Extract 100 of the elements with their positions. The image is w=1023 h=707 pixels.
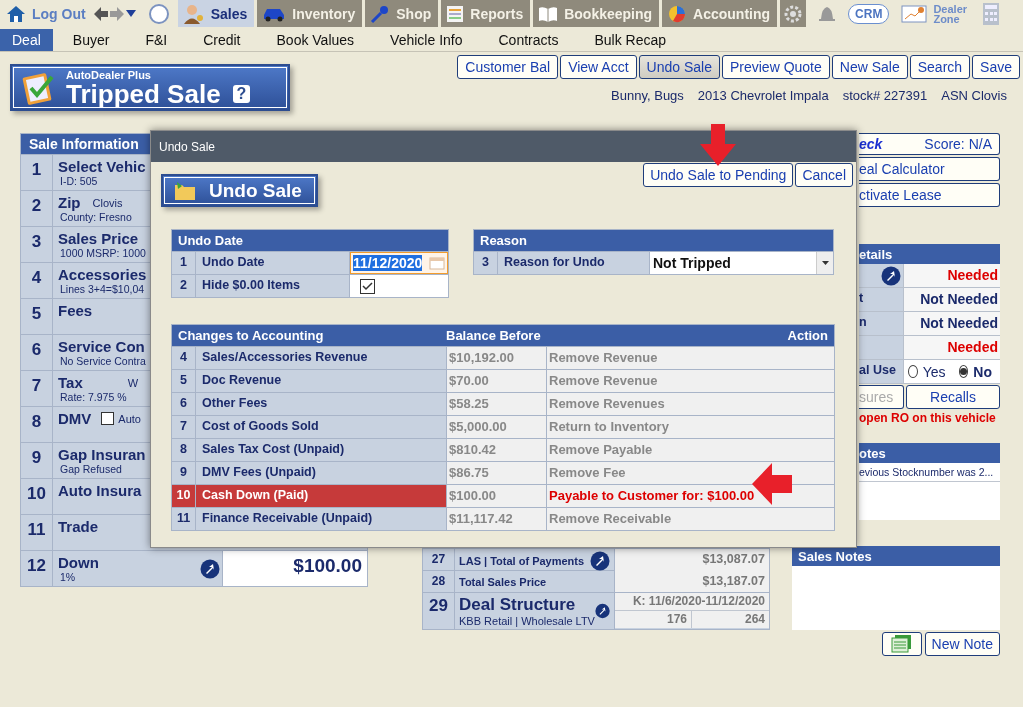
row-label: Zip [58, 194, 81, 211]
row-note: Clovis [92, 196, 123, 209]
tab[interactable]: Contracts [482, 29, 575, 51]
dialog-button[interactable]: Cancel [795, 163, 853, 187]
row-number: 29 [423, 593, 455, 629]
row-number: 7 [21, 371, 53, 406]
tab[interactable]: Book Values [260, 29, 371, 51]
row-label: Down [58, 554, 99, 571]
row-detail: No Service Contra [60, 355, 146, 367]
tool-button[interactable]: eal Calculator [859, 157, 1000, 181]
arrow-circle-icon[interactable] [594, 601, 610, 621]
tab[interactable]: Deal [0, 29, 53, 51]
row-note: W [127, 376, 139, 389]
table-cell: Return to Inventory [547, 416, 834, 438]
arrow-circle-icon[interactable] [200, 558, 220, 579]
dialog-button[interactable]: Undo Sale to Pending [643, 163, 794, 187]
row-detail: 1% [60, 571, 76, 583]
arrow-circle-icon[interactable] [881, 266, 901, 286]
table-cell: K: 11/6/2020-11/12/2020 [615, 593, 769, 610]
chart-icon[interactable] [901, 3, 928, 24]
row-label: LAS | Total of Payments [459, 555, 585, 567]
radio-button[interactable] [958, 365, 969, 378]
row-note: Auto [118, 412, 141, 425]
tab[interactable]: F&I [129, 29, 184, 51]
brand-label: AutoDealer Plus [66, 68, 152, 81]
table-cell: $11,117.42 [447, 508, 547, 530]
action-button[interactable]: Customer Bal [457, 55, 559, 79]
column-header: Balance Before [446, 328, 541, 343]
checkbox[interactable] [101, 412, 115, 425]
spreadsheet-icon [890, 635, 913, 653]
table-cell: $86.75 [447, 462, 547, 484]
table-cell: Remove Payable [547, 439, 834, 461]
row-number: 10 [172, 485, 196, 507]
tab[interactable]: Credit [187, 29, 257, 51]
row-detail: Gap Refused [60, 463, 122, 475]
row-detail: County: Fresno [60, 211, 132, 223]
row-number: 8 [21, 407, 53, 442]
action-button[interactable]: Undo Sale [638, 55, 720, 79]
help-button[interactable]: ? [232, 84, 251, 103]
table-cell: Remove Fee [547, 462, 834, 484]
radio-button[interactable] [908, 365, 918, 378]
row-label: DMV [58, 410, 92, 427]
row-label: Select Vehic [58, 158, 146, 175]
section-header: etails [859, 244, 1000, 264]
table-cell: $5,000.00 [447, 416, 547, 438]
checkbox[interactable] [360, 278, 375, 294]
radio-label: No [973, 363, 992, 380]
row-number: 3 [474, 252, 498, 274]
spreadsheet-button[interactable] [881, 632, 922, 656]
note-item[interactable]: evious Stocknumber was 2... [859, 463, 1000, 482]
arrow-circle-icon[interactable] [590, 551, 610, 571]
row-label: Undo Date [196, 252, 350, 274]
module-tab[interactable]: Sales [177, 0, 255, 27]
row-label: t [859, 288, 904, 311]
date-field[interactable]: 11/12/2020 [350, 252, 448, 274]
row-number: 11 [172, 508, 196, 530]
table-cell: Remove Revenues [547, 393, 834, 415]
tab[interactable]: Vehicle Info [374, 29, 479, 51]
table-cell: $100.00 [447, 485, 547, 507]
date-value: 11/12/2020 [353, 255, 423, 271]
row-detail: KBB Retail | Wholesale LTV [459, 615, 595, 627]
deal-summary-text: Bunny, Bugs [611, 88, 684, 103]
row-number: 27 [423, 549, 455, 573]
table-cell: Remove Revenue [547, 370, 834, 392]
status-text: Needed [904, 264, 1000, 287]
tab[interactable]: Bulk Recap [578, 29, 682, 51]
action-button[interactable]: Preview Quote [721, 55, 830, 79]
dialog-title: Undo Sale [151, 131, 856, 162]
new-note-button[interactable]: New Note [924, 632, 1000, 656]
row-number: 9 [21, 443, 53, 478]
warning-text: open RO on this vehicle [859, 410, 996, 427]
table-cell: DMV Fees (Unpaid) [196, 462, 447, 484]
back-arrow-icon[interactable] [93, 6, 108, 21]
home-icon [6, 4, 26, 23]
table-cell: Other Fees [196, 393, 447, 415]
crm-link[interactable]: CRM [848, 3, 890, 24]
row-label: Gap Insuran [58, 446, 146, 463]
reason-select[interactable]: Not Tripped [650, 252, 833, 274]
panel-button[interactable]: Recalls [906, 385, 1000, 409]
action-button[interactable]: Search [909, 55, 971, 79]
action-button[interactable]: View Acct [560, 55, 637, 79]
row-label: Accessories [58, 266, 147, 283]
row-number: 3 [21, 227, 53, 262]
status-text: Needed [904, 336, 1000, 359]
row-label: Total Sales Price [459, 575, 547, 588]
table-cell: Doc Revenue [196, 370, 447, 392]
action-button[interactable]: Save [972, 55, 1020, 79]
tab[interactable]: Buyer [56, 29, 126, 51]
salesperson-icon [182, 2, 205, 25]
caret-icon[interactable] [125, 9, 136, 18]
row-label: Sales Price [58, 230, 139, 247]
wrench-icon [370, 3, 391, 24]
action-button[interactable]: New Sale [831, 55, 908, 79]
value-field[interactable]: $100.00 [222, 551, 367, 586]
table-cell: $70.00 [447, 370, 547, 392]
check-button[interactable]: eck Score: N/A [859, 133, 1000, 155]
row-detail: I-D: 505 [60, 175, 98, 187]
tool-button[interactable]: ctivate Lease [859, 183, 1000, 207]
table-cell: Payable to Customer for: $100.00 [547, 485, 834, 507]
table-cell: $58.25 [447, 393, 547, 415]
